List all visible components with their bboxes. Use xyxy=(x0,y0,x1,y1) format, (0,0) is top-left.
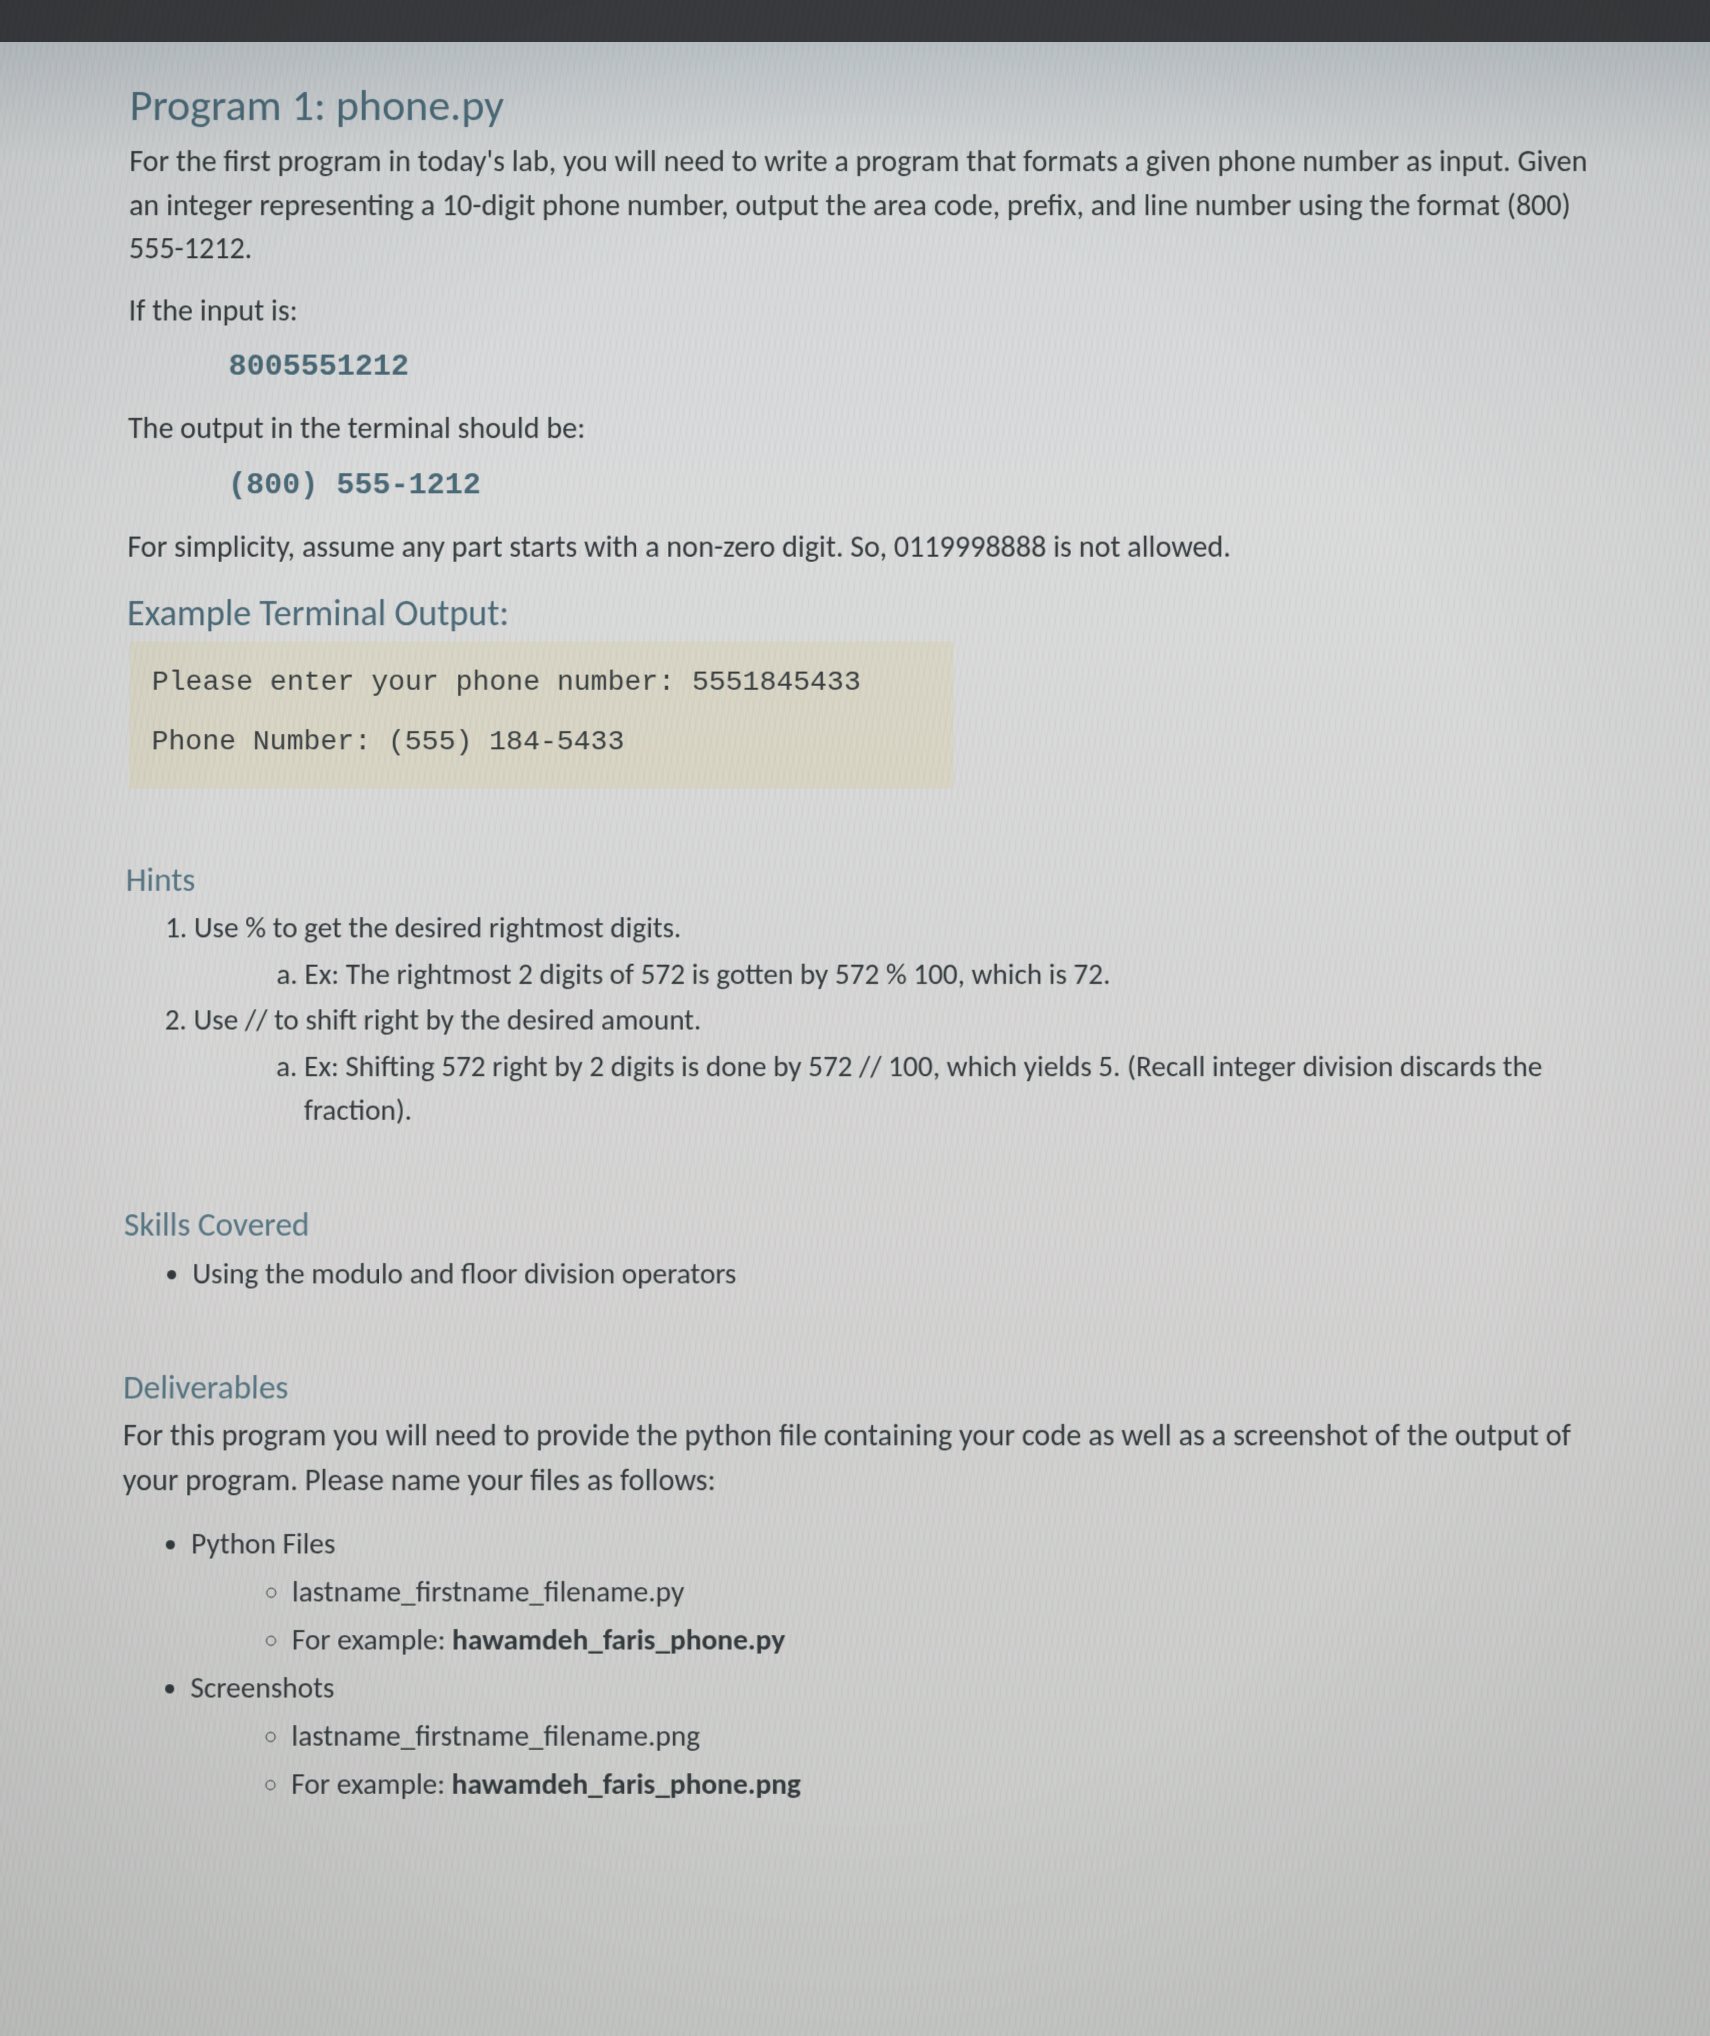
deliverable-python: Python Files lastname_firstname_filename… xyxy=(191,1521,1599,1663)
simplicity-note: For simplicity, assume any part starts w… xyxy=(127,525,1592,569)
deliverable-screenshot-example-prefix: For example: xyxy=(291,1765,452,1802)
deliverable-screenshot-name: lastname_firstname_filename.png xyxy=(291,1713,1598,1759)
hint-2-sublist: Ex: Shifting 572 right by 2 digits is do… xyxy=(264,1044,1596,1132)
intro-paragraph: For the first program in today's lab, yo… xyxy=(129,140,1591,271)
deliverable-python-label: Python Files xyxy=(191,1525,336,1562)
hint-2: Use // to shift right by the desired amo… xyxy=(193,998,1596,1132)
skills-heading: Skills Covered xyxy=(124,1204,1596,1245)
deliverable-screenshot-example-bold: hawamdeh_faris_phone.png xyxy=(452,1765,801,1802)
deliverable-screenshots-label: Screenshots xyxy=(190,1669,334,1706)
example-terminal-heading: Example Terminal Output: xyxy=(127,591,1593,635)
deliverables-heading: Deliverables xyxy=(123,1367,1597,1408)
skill-1: Using the modulo and floor division oper… xyxy=(192,1250,1596,1296)
if-input-label: If the input is: xyxy=(129,289,1592,333)
window-titlebar xyxy=(0,0,1710,42)
terminal-line-1: Please enter your phone number: 55518454… xyxy=(152,668,932,699)
hint-2-text: Use // to shift right by the desired amo… xyxy=(193,1001,701,1037)
example-input-value: 8005551212 xyxy=(229,351,1592,385)
hints-heading: Hints xyxy=(126,859,1595,899)
document-page: Program 1: phone.py For the first progra… xyxy=(0,42,1710,1893)
deliverable-python-example: For example: hawamdeh_faris_phone.py xyxy=(292,1617,1599,1663)
hint-1-text: Use % to get the desired rightmost digit… xyxy=(194,909,682,945)
terminal-output-block: Please enter your phone number: 55518454… xyxy=(129,641,953,788)
hint-1: Use % to get the desired rightmost digit… xyxy=(194,906,1595,996)
output-label: The output in the terminal should be: xyxy=(128,407,1592,451)
program-title: Program 1: phone.py xyxy=(130,78,1591,132)
hint-1-sublist: Ex: The rightmost 2 digits of 572 is got… xyxy=(264,952,1595,996)
deliverable-python-sublist: lastname_firstname_filename.py For examp… xyxy=(251,1569,1598,1663)
hint-2a: Ex: Shifting 572 right by 2 digits is do… xyxy=(304,1044,1596,1132)
deliverable-python-name: lastname_firstname_filename.py xyxy=(292,1569,1598,1615)
deliverable-python-example-prefix: For example: xyxy=(292,1621,453,1658)
deliverable-python-example-bold: hawamdeh_faris_phone.py xyxy=(452,1621,785,1658)
hint-1a: Ex: The rightmost 2 digits of 572 is got… xyxy=(304,952,1595,996)
example-output-value: (800) 555-1212 xyxy=(228,469,1592,503)
deliverables-list: Python Files lastname_firstname_filename… xyxy=(153,1521,1599,1807)
deliverable-screenshots: Screenshots lastname_firstname_filename.… xyxy=(190,1665,1599,1807)
deliverable-screenshots-sublist: lastname_firstname_filename.png For exam… xyxy=(251,1713,1599,1807)
skills-list: Using the modulo and floor division oper… xyxy=(156,1250,1597,1296)
hints-list: Use % to get the desired rightmost digit… xyxy=(157,906,1596,1133)
deliverable-screenshot-example: For example: hawamdeh_faris_phone.png xyxy=(291,1761,1599,1807)
deliverables-intro: For this program you will need to provid… xyxy=(123,1414,1598,1503)
terminal-line-2: Phone Number: (555) 184-5433 xyxy=(151,727,931,758)
screen-photo: Program 1: phone.py For the first progra… xyxy=(0,0,1710,2036)
